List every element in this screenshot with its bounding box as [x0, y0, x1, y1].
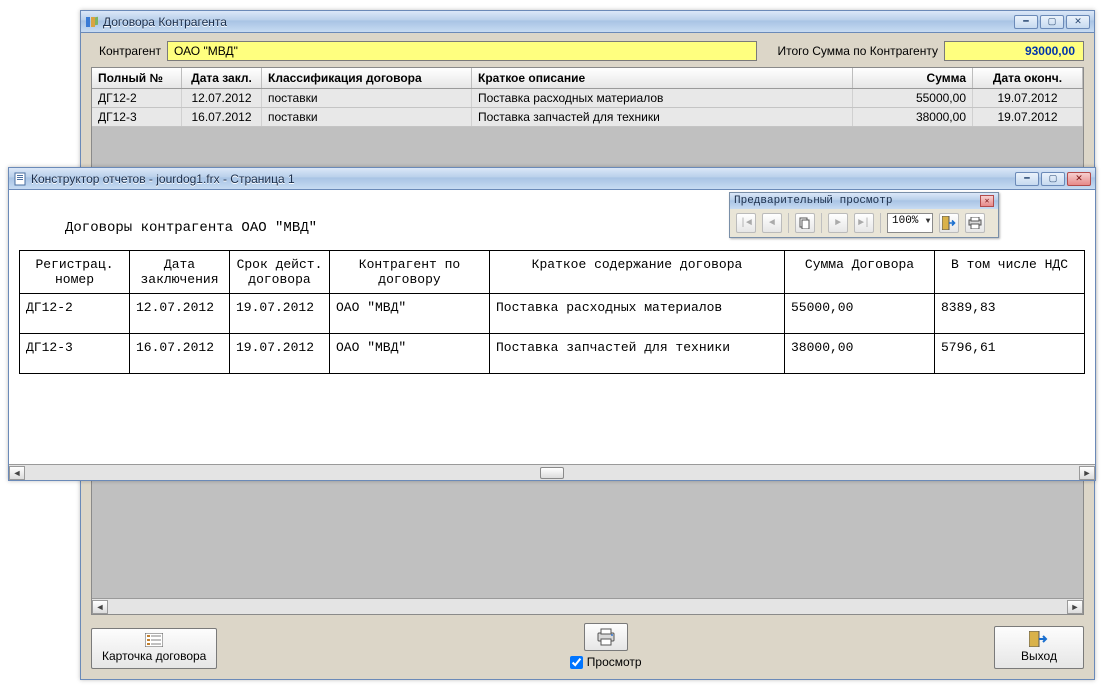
close-button[interactable]: ✕ — [1066, 15, 1090, 29]
scroll-right-icon[interactable]: ► — [1079, 466, 1095, 480]
rpt-col-content: Краткое содержание договора — [490, 251, 785, 294]
maximize-button[interactable]: ▢ — [1040, 15, 1064, 29]
col-desc[interactable]: Краткое описание — [472, 68, 853, 88]
contract-card-label: Карточка договора — [102, 649, 206, 663]
scroll-left-icon[interactable]: ◄ — [9, 466, 25, 480]
report-minimize-button[interactable]: ━ — [1015, 172, 1039, 186]
minimize-button[interactable]: ━ — [1014, 15, 1038, 29]
total-label: Итого Сумма по Контрагенту — [777, 44, 938, 58]
window-report-titlebar[interactable]: Конструктор отчетов - jourdog1.frx - Стр… — [9, 168, 1095, 190]
col-sum[interactable]: Сумма — [853, 68, 973, 88]
preview-toolbar[interactable]: Предварительный просмотр ✕ |◄ ◄ ► ►| 100… — [729, 192, 999, 238]
col-end[interactable]: Дата оконч. — [973, 68, 1083, 88]
last-page-button[interactable]: ►| — [854, 213, 874, 233]
exit-button[interactable]: Выход — [994, 626, 1084, 669]
window-contracts-titlebar[interactable]: Договора Контрагента ━ ▢ ✕ — [81, 11, 1094, 33]
contragent-field[interactable]: ОАО "МВД" — [167, 41, 757, 61]
rpt-col-date: Дата заключения — [130, 251, 230, 294]
scroll-thumb[interactable] — [540, 467, 564, 479]
preview-toolbar-title: Предварительный просмотр — [734, 195, 980, 207]
window-contracts-title: Договора Контрагента — [103, 15, 1014, 29]
preview-checkbox-label: Просмотр — [587, 655, 642, 669]
window-report: Конструктор отчетов - jourdog1.frx - Стр… — [8, 167, 1096, 481]
rpt-col-term: Срок дейст. договора — [230, 251, 330, 294]
first-page-button[interactable]: |◄ — [736, 213, 756, 233]
rpt-col-sum: Сумма Договора — [785, 251, 935, 294]
toolbar-print-button[interactable] — [965, 213, 985, 233]
col-date[interactable]: Дата закл. — [182, 68, 262, 88]
col-number[interactable]: Полный № — [92, 68, 182, 88]
rpt-col-reg: Регистрац. номер — [20, 251, 130, 294]
report-page: Предварительный просмотр ✕ |◄ ◄ ► ►| 100… — [9, 190, 1095, 464]
report-row: ДГ12-2 12.07.2012 19.07.2012 ОАО "МВД" П… — [20, 294, 1085, 334]
app-icon — [85, 15, 99, 29]
zoom-select[interactable]: 100% — [887, 213, 933, 233]
report-close-button[interactable]: ✕ — [1067, 172, 1091, 186]
contragent-label: Контрагент — [91, 44, 161, 58]
toolbar-divider — [880, 213, 881, 233]
total-field: 93000,00 — [944, 41, 1084, 61]
report-table: Регистрац. номер Дата заключения Срок де… — [19, 250, 1085, 374]
report-maximize-button[interactable]: ▢ — [1041, 172, 1065, 186]
preview-checkbox-input[interactable] — [570, 656, 583, 669]
card-icon — [145, 633, 163, 647]
printer-icon — [595, 628, 617, 646]
prev-page-button[interactable]: ◄ — [762, 213, 782, 233]
report-hscroll[interactable]: ◄ ► — [9, 464, 1095, 480]
window-report-title: Конструктор отчетов - jourdog1.frx - Стр… — [31, 172, 1015, 186]
print-button[interactable] — [584, 623, 628, 651]
scroll-right-icon[interactable]: ► — [1067, 600, 1083, 614]
exit-label: Выход — [1021, 649, 1057, 663]
next-page-button[interactable]: ► — [828, 213, 848, 233]
printer-icon — [968, 217, 982, 229]
close-preview-button[interactable] — [939, 213, 959, 233]
goto-page-button[interactable] — [795, 213, 815, 233]
exit-icon — [1029, 631, 1049, 647]
toolbar-divider — [788, 213, 789, 233]
exit-icon — [942, 216, 956, 230]
table-row[interactable]: ДГ12-2 12.07.2012 поставки Поставка расх… — [92, 89, 1083, 108]
preview-toolbar-titlebar[interactable]: Предварительный просмотр ✕ — [730, 193, 998, 209]
contract-card-button[interactable]: Карточка договора — [91, 628, 217, 669]
toolbar-divider — [821, 213, 822, 233]
rpt-col-vat: В том числе НДС — [935, 251, 1085, 294]
table-row[interactable]: ДГ12-3 16.07.2012 поставки Поставка запч… — [92, 108, 1083, 127]
col-class[interactable]: Классификация договора — [262, 68, 472, 88]
report-app-icon — [13, 172, 27, 186]
scroll-left-icon[interactable]: ◄ — [92, 600, 108, 614]
rpt-col-contragent: Контрагент по договору — [330, 251, 490, 294]
report-row: ДГ12-3 16.07.2012 19.07.2012 ОАО "МВД" П… — [20, 334, 1085, 374]
preview-toolbar-close[interactable]: ✕ — [980, 195, 994, 207]
grid-header: Полный № Дата закл. Классификация догово… — [92, 68, 1083, 89]
grid-hscroll[interactable]: ◄ ► — [92, 598, 1083, 614]
preview-checkbox[interactable]: Просмотр — [570, 655, 642, 669]
